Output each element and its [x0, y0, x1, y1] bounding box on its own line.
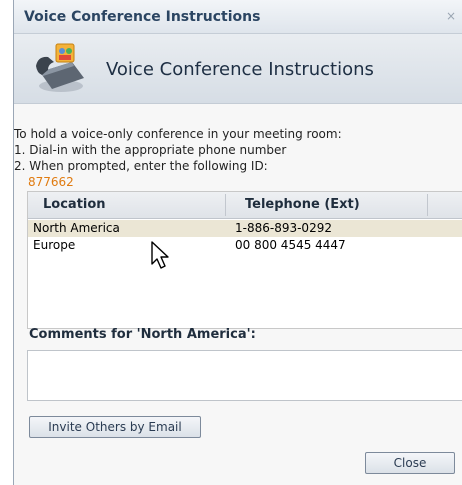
mouse-cursor-icon [151, 241, 169, 269]
column-divider[interactable] [427, 194, 428, 216]
window-title: Voice Conference Instructions [24, 9, 261, 25]
phone-numbers-table: Location Telephone (Ext) North America 1… [27, 191, 462, 329]
table-header: Location Telephone (Ext) [28, 192, 462, 219]
dialog-border [13, 0, 14, 485]
background-edge [0, 0, 13, 485]
voice-conference-dialog: Voice Conference Instructions × Voice Co… [0, 0, 462, 485]
cell-telephone: 00 800 4545 4447 [235, 238, 346, 252]
column-header-location[interactable]: Location [43, 197, 106, 212]
table-row[interactable]: Europe 00 800 4545 4447 [28, 237, 462, 254]
instruction-intro: To hold a voice-only conference in your … [14, 127, 342, 141]
conference-id: 877662 [28, 175, 74, 189]
cell-telephone: 1-886-893-0292 [235, 221, 332, 235]
comments-field[interactable] [27, 350, 462, 401]
header-title: Voice Conference Instructions [106, 59, 374, 80]
phone-icon [36, 43, 84, 92]
column-header-telephone[interactable]: Telephone (Ext) [245, 197, 360, 212]
comments-label: Comments for 'North America': [29, 327, 256, 342]
invite-by-email-button[interactable]: Invite Others by Email [29, 416, 201, 438]
cell-location: Europe [33, 238, 76, 252]
instruction-step-1: 1. Dial-in with the appropriate phone nu… [14, 143, 287, 157]
title-bar[interactable]: Voice Conference Instructions × [14, 0, 462, 34]
close-button[interactable]: Close [365, 452, 455, 474]
instruction-step-2: 2. When prompted, enter the following ID… [14, 159, 268, 173]
table-row[interactable]: North America 1-886-893-0292 [28, 220, 462, 237]
dialog-header: Voice Conference Instructions [14, 34, 462, 104]
column-divider[interactable] [225, 194, 226, 216]
cell-location: North America [33, 221, 120, 235]
close-icon[interactable]: × [446, 9, 456, 23]
